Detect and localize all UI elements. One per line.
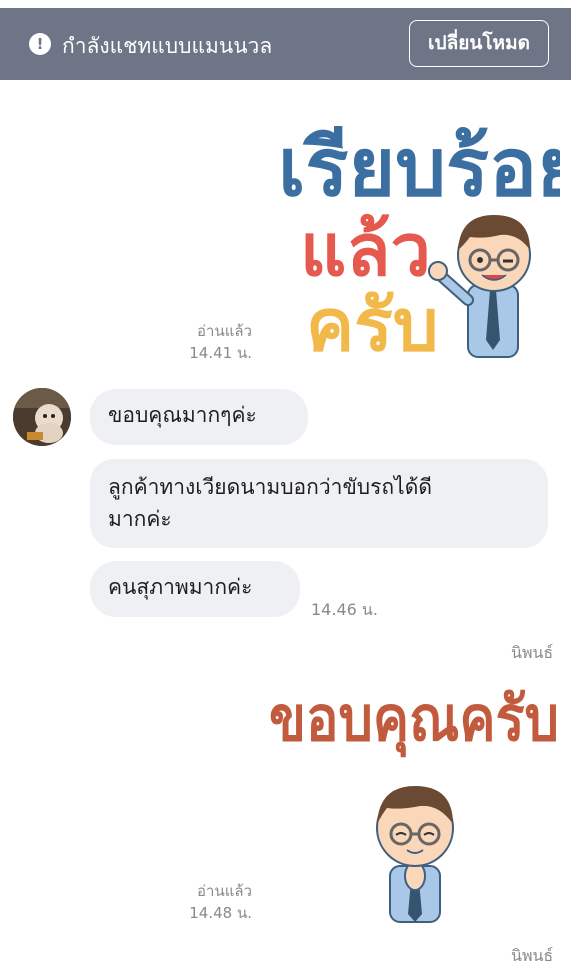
typed-by-label-footer: นิพนธ์ xyxy=(511,946,554,965)
user-avatar[interactable] xyxy=(13,388,71,446)
message-time: 14.41 น. xyxy=(189,344,252,362)
bubble-text: คนสุภาพมากค่ะ xyxy=(108,575,253,599)
boy-bowing-icon xyxy=(376,786,454,923)
message-time: 14.48 น. xyxy=(189,904,252,922)
chat-mode-header: ! กำลังแชทแบบแมนนวล เปลี่ยนโหมด xyxy=(0,8,571,80)
dog-avatar-icon xyxy=(13,388,71,446)
bubble-text-line2: มากค่ะ xyxy=(108,507,172,531)
sticker1-line1: เรียบร้อย xyxy=(278,123,560,212)
sticker-thanks: ขอบคุณครับ xyxy=(268,684,561,923)
sticker2-meta: อ่านแล้ว 14.48 น. xyxy=(170,880,252,924)
bubble-text-line1: ลูกค้าทางเวียดนามบอกว่าขับรถได้ดี xyxy=(108,475,432,499)
incoming-bubble-polite[interactable]: คนสุภาพมากค่ะ xyxy=(90,561,300,617)
read-receipt: อ่านแล้ว xyxy=(197,882,252,900)
read-receipt: อ่านแล้ว xyxy=(197,322,252,340)
incoming-time: 14.46 น. xyxy=(311,600,378,619)
incoming-bubble-thanks[interactable]: ขอบคุณมากๆค่ะ xyxy=(90,389,308,445)
sticker1-line2: แล้ว xyxy=(300,211,431,291)
sticker-done: เรียบร้อย แล้ว ครับ xyxy=(277,122,561,366)
sticker2-text: ขอบคุณครับ xyxy=(269,685,559,757)
typed-by-label: นิพนธ์ xyxy=(511,643,554,662)
chat-mode-title: กำลังแชทแบบแมนนวล xyxy=(62,34,273,58)
boy-character-icon xyxy=(428,215,531,358)
incoming-bubble-feedback[interactable]: ลูกค้าทางเวียดนามบอกว่าขับรถได้ดี มากค่ะ xyxy=(90,459,548,548)
sticker1-line3: ครับ xyxy=(306,286,439,365)
bubble-text: ขอบคุณมากๆค่ะ xyxy=(108,403,257,427)
exclamation-circle-icon: ! xyxy=(29,33,51,55)
switch-mode-button[interactable]: เปลี่ยนโหมด xyxy=(409,20,549,67)
sticker1-meta: อ่านแล้ว 14.41 น. xyxy=(170,320,252,364)
